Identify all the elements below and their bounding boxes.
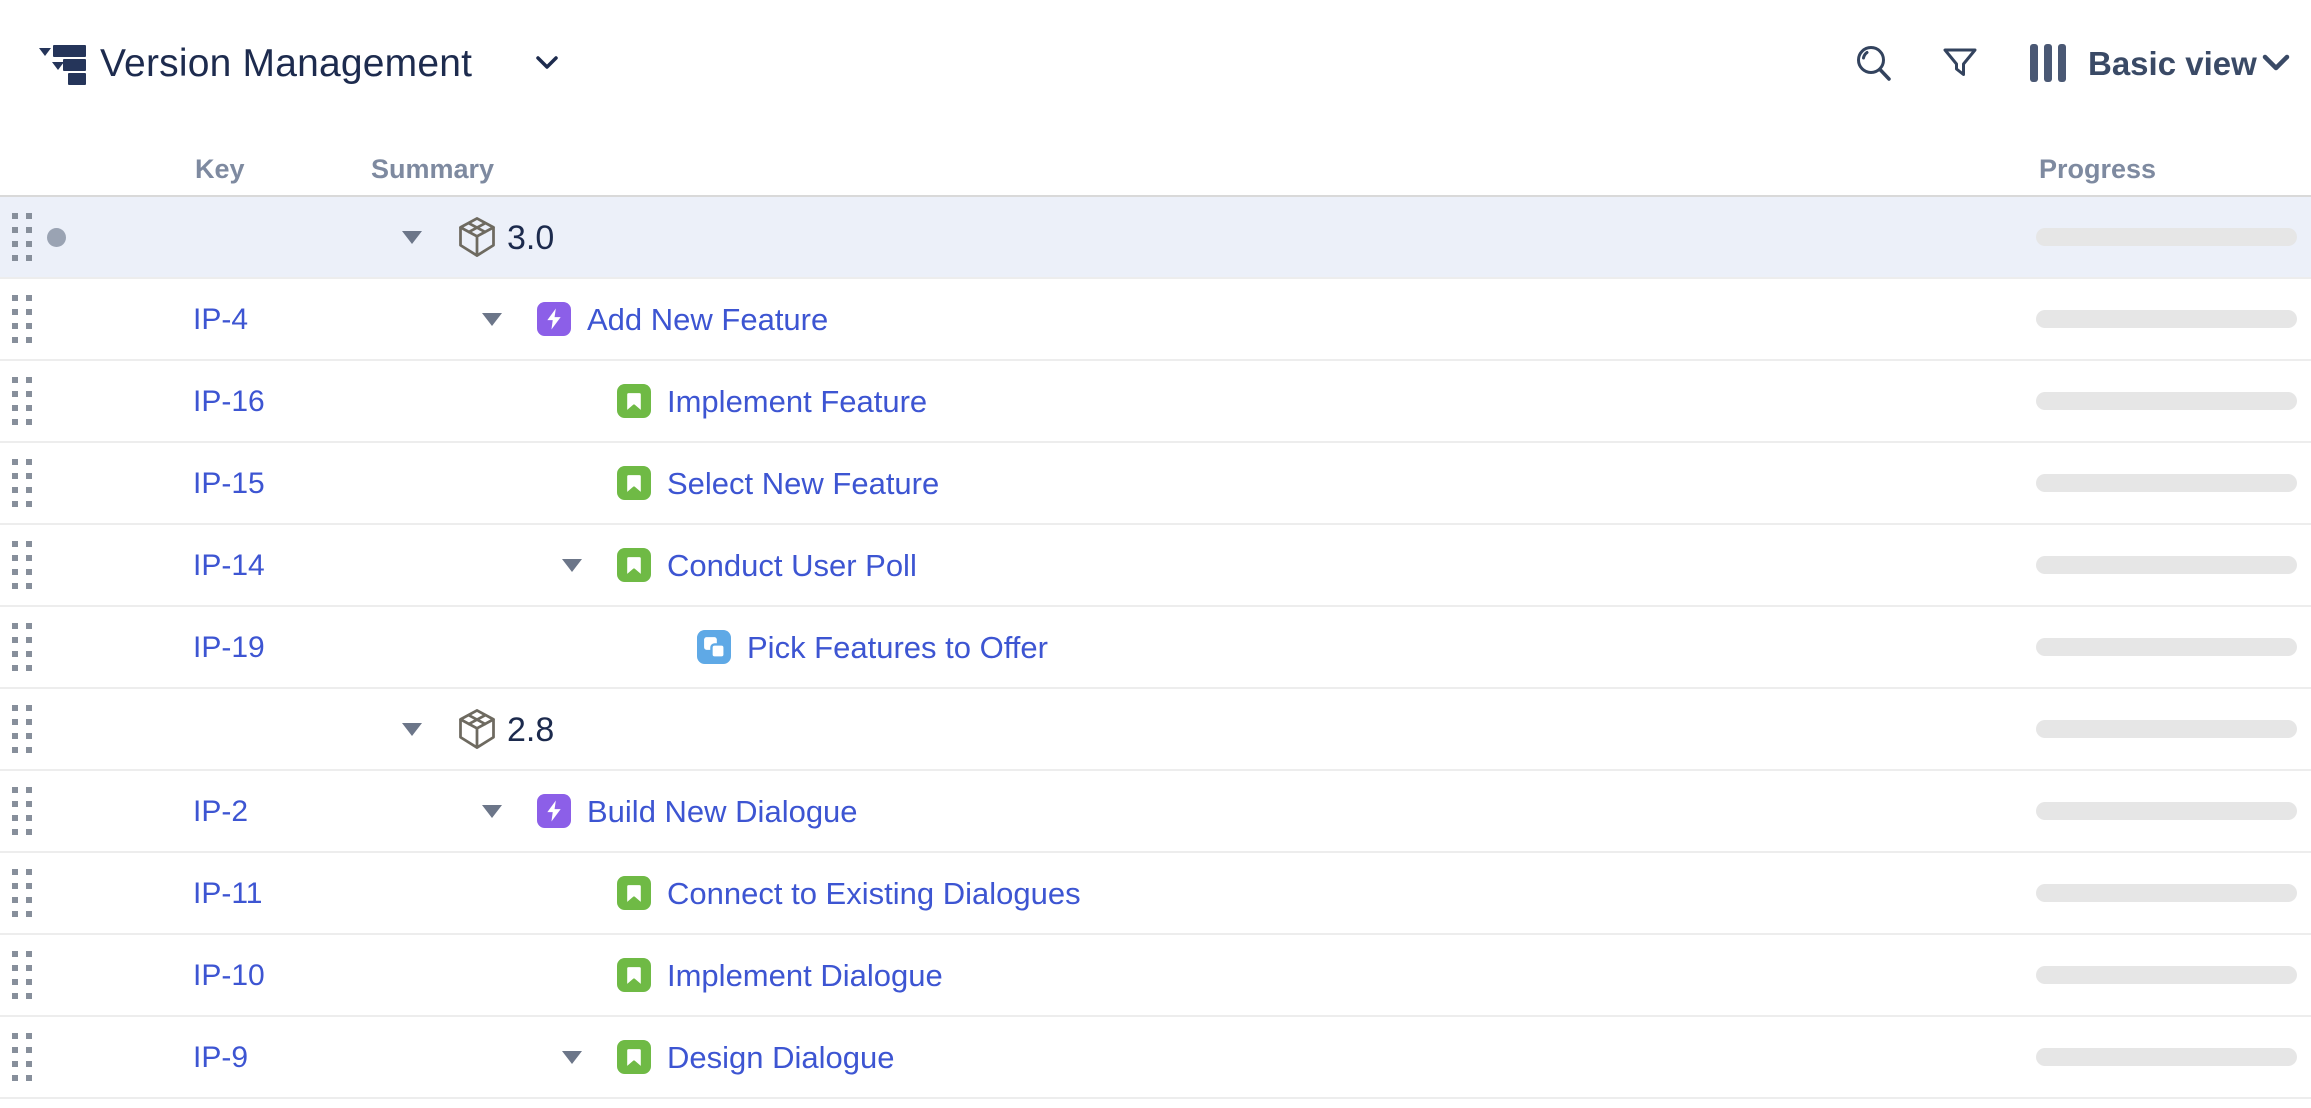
progress-bar [2036, 638, 2297, 656]
drag-handle[interactable] [12, 869, 34, 919]
drag-handle[interactable] [12, 787, 34, 837]
selected-row-dot [47, 228, 66, 247]
issue-summary-link[interactable]: Conduct User Poll [667, 548, 917, 584]
issue-summary-link[interactable]: Implement Dialogue [667, 958, 943, 994]
progress-bar [2036, 1048, 2297, 1066]
progress-bar [2036, 392, 2297, 410]
drag-handle[interactable] [12, 459, 34, 509]
chevron-down-icon[interactable] [536, 56, 558, 75]
epic-icon [537, 302, 571, 336]
filter-funnel-icon[interactable] [1938, 42, 1982, 86]
issue-summary-link[interactable]: Add New Feature [587, 302, 828, 338]
issue-key-link[interactable]: IP-11 [193, 877, 262, 911]
table-row[interactable]: IP-9 Design Dialogue [0, 1017, 2311, 1099]
progress-bar [2036, 474, 2297, 492]
version-label[interactable]: 2.8 [507, 711, 554, 750]
columns-icon [2030, 44, 2074, 84]
expand-collapse-icon[interactable] [562, 559, 582, 572]
table-row[interactable]: 3.0 [0, 197, 2311, 279]
expand-collapse-icon[interactable] [402, 231, 422, 244]
issue-summary-link[interactable]: Design Dialogue [667, 1040, 894, 1076]
issue-key-link[interactable]: IP-19 [193, 631, 265, 665]
issue-summary-link[interactable]: Build New Dialogue [587, 794, 858, 830]
issue-tree: 3.0 IP-4 Add New Feature IP-16 Implement… [0, 197, 2311, 1099]
structure-board: Version Management Basic view [0, 0, 2311, 1108]
drag-handle[interactable] [12, 541, 34, 591]
table-row[interactable]: 2.8 [0, 689, 2311, 771]
structure-title[interactable]: Version Management [100, 40, 472, 88]
version-package-icon [455, 706, 499, 752]
progress-bar [2036, 228, 2297, 246]
issue-summary-link[interactable]: Pick Features to Offer [747, 630, 1048, 666]
story-icon [617, 876, 651, 910]
expand-collapse-icon[interactable] [402, 723, 422, 736]
drag-handle[interactable] [12, 295, 34, 345]
expand-collapse-icon[interactable] [482, 805, 502, 818]
structure-logo-icon [39, 45, 87, 85]
issue-key-link[interactable]: IP-15 [193, 467, 265, 501]
column-header-row: Key Summary Progress [0, 140, 2311, 197]
table-row[interactable]: IP-4 Add New Feature [0, 279, 2311, 361]
story-icon [617, 1040, 651, 1074]
story-icon [617, 548, 651, 582]
story-icon [617, 384, 651, 418]
version-label[interactable]: 3.0 [507, 219, 554, 258]
issue-summary-link[interactable]: Select New Feature [667, 466, 939, 502]
drag-handle[interactable] [12, 377, 34, 427]
epic-icon [537, 794, 571, 828]
issue-key-link[interactable]: IP-4 [193, 303, 248, 337]
column-header-progress[interactable]: Progress [2039, 154, 2156, 185]
story-icon [617, 466, 651, 500]
drag-handle[interactable] [12, 951, 34, 1001]
search-icon[interactable] [1852, 42, 1896, 86]
drag-handle[interactable] [12, 623, 34, 673]
issue-key-link[interactable]: IP-16 [193, 385, 265, 419]
table-row[interactable]: IP-16 Implement Feature [0, 361, 2311, 443]
chevron-down-icon [2262, 54, 2290, 77]
issue-key-link[interactable]: IP-9 [193, 1041, 248, 1075]
progress-bar [2036, 884, 2297, 902]
version-package-icon [455, 214, 499, 260]
table-row[interactable]: IP-19 Pick Features to Offer [0, 607, 2311, 689]
subtask-icon [697, 630, 731, 664]
progress-bar [2036, 966, 2297, 984]
column-header-key[interactable]: Key [195, 154, 245, 185]
column-header-summary[interactable]: Summary [371, 154, 494, 185]
drag-handle[interactable] [12, 1033, 34, 1083]
expand-collapse-icon[interactable] [562, 1051, 582, 1064]
progress-bar [2036, 720, 2297, 738]
progress-bar [2036, 802, 2297, 820]
table-row[interactable]: IP-11 Connect to Existing Dialogues [0, 853, 2311, 935]
table-row[interactable]: IP-14 Conduct User Poll [0, 525, 2311, 607]
story-icon [617, 958, 651, 992]
table-row[interactable]: IP-2 Build New Dialogue [0, 771, 2311, 853]
issue-key-link[interactable]: IP-2 [193, 795, 248, 829]
issue-summary-link[interactable]: Implement Feature [667, 384, 927, 420]
issue-summary-link[interactable]: Connect to Existing Dialogues [667, 876, 1081, 912]
drag-handle[interactable] [12, 213, 34, 263]
progress-bar [2036, 310, 2297, 328]
drag-handle[interactable] [12, 705, 34, 755]
toolbar: Version Management Basic view [0, 0, 2311, 140]
expand-collapse-icon[interactable] [482, 313, 502, 326]
issue-key-link[interactable]: IP-10 [193, 959, 265, 993]
issue-key-link[interactable]: IP-14 [193, 549, 265, 583]
table-row[interactable]: IP-10 Implement Dialogue [0, 935, 2311, 1017]
view-switcher-label: Basic view [2088, 42, 2257, 86]
progress-bar [2036, 556, 2297, 574]
table-row[interactable]: IP-15 Select New Feature [0, 443, 2311, 525]
